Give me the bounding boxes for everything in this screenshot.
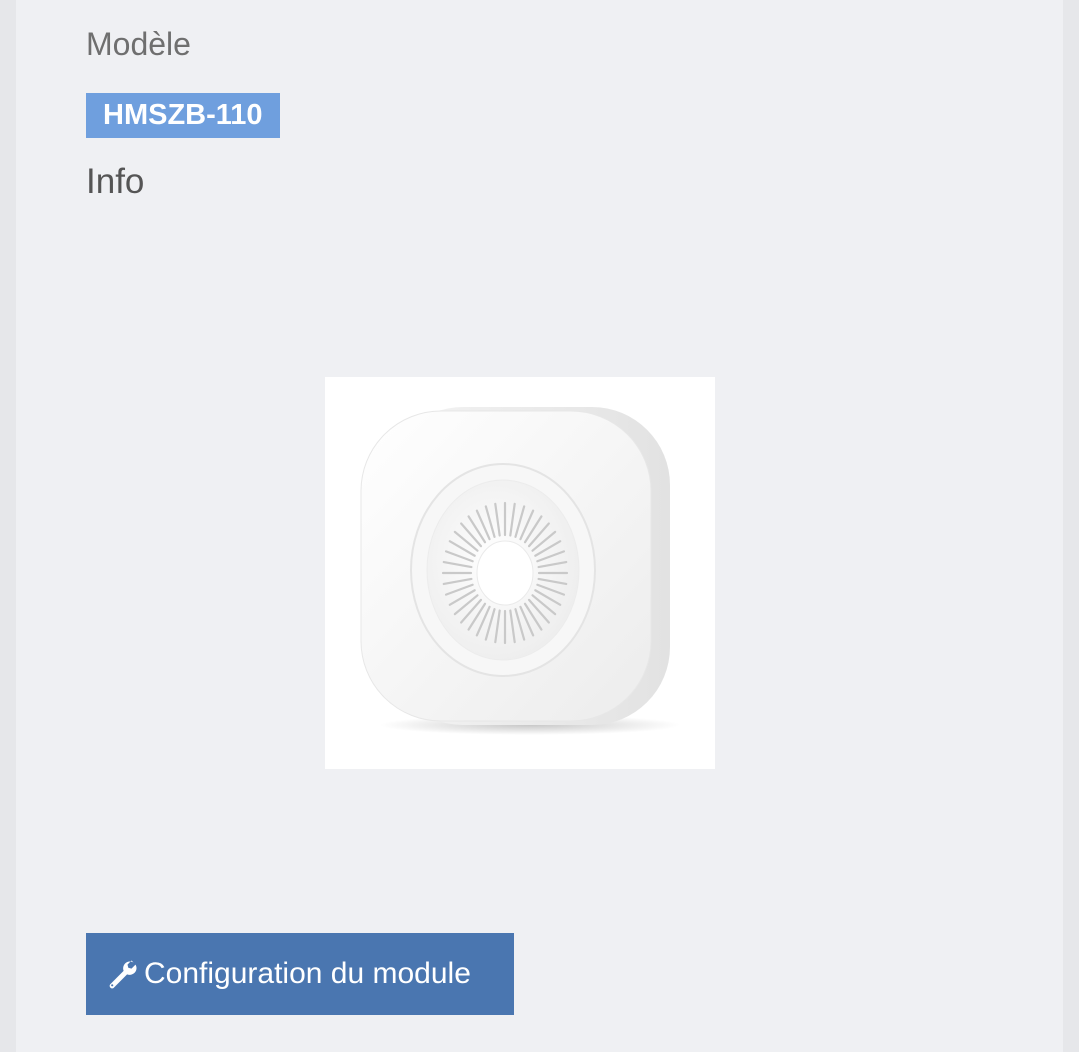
model-label: Modèle [86, 26, 191, 62]
module-configuration-button[interactable]: Configuration du module [86, 933, 514, 1015]
module-configuration-label: Configuration du module [144, 957, 471, 990]
model-badge: HMSZB-110 [86, 93, 280, 138]
wrench-icon [109, 960, 137, 989]
siren-device-image [325, 377, 715, 769]
info-label: Info [86, 162, 145, 201]
device-panel: Modèle HMSZB-110 Info Configuration du m… [16, 0, 1063, 1052]
siren-device-illustration [360, 407, 680, 735]
